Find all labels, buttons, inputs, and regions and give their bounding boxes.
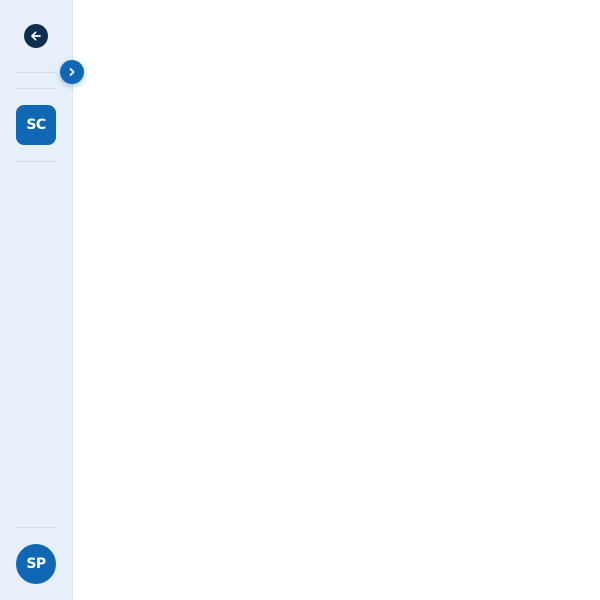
back-button[interactable] xyxy=(24,24,48,48)
sidebar-divider xyxy=(16,161,56,162)
sidebar-divider xyxy=(16,72,56,73)
sidebar-expand-button[interactable] xyxy=(60,60,84,84)
sidebar: SC SP xyxy=(0,0,73,600)
sidebar-divider xyxy=(16,88,56,89)
main-content xyxy=(73,0,600,600)
workspace-initials: SC xyxy=(26,117,46,133)
app-window: SC SP xyxy=(0,0,600,600)
chevron-right-icon xyxy=(69,68,75,76)
arrow-left-icon xyxy=(31,31,41,41)
user-avatar[interactable]: SP xyxy=(16,544,56,584)
user-initials: SP xyxy=(26,556,46,572)
sidebar-divider xyxy=(16,527,56,528)
workspace-tile[interactable]: SC xyxy=(16,105,56,145)
